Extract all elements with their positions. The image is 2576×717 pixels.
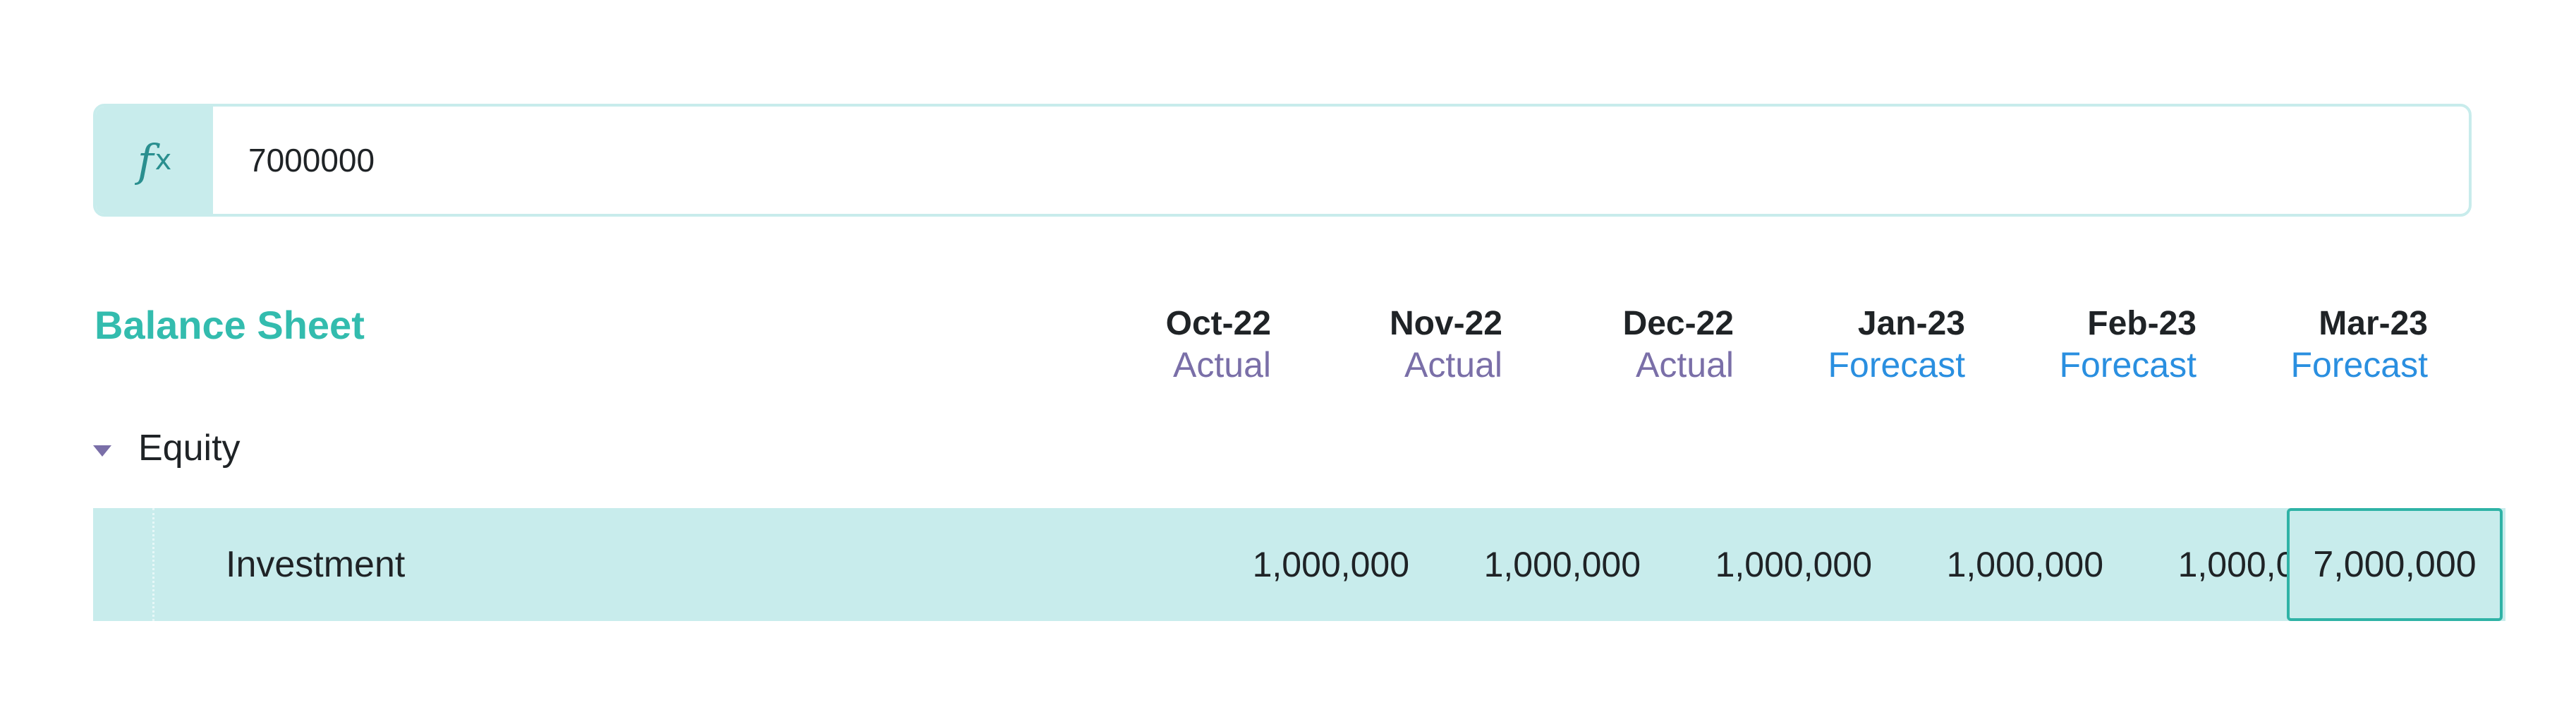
- fx-symbol: f: [137, 134, 154, 186]
- cell-jan-23[interactable]: 1,000,000: [1906, 508, 2103, 621]
- column-header-mar-23: Mar-23 Forecast: [2244, 303, 2428, 385]
- column-month: Nov-22: [1389, 305, 1502, 342]
- formula-input[interactable]: [213, 107, 2469, 214]
- column-header-dec-22: Dec-22 Actual: [1550, 303, 1734, 385]
- column-month: Dec-22: [1622, 305, 1734, 342]
- cell-oct-22[interactable]: 1,000,000: [1212, 508, 1409, 621]
- cell-mar-23-selected[interactable]: 7,000,000: [2287, 508, 2503, 621]
- formula-bar: fx: [93, 104, 2472, 217]
- column-month: Feb-23: [2087, 305, 2197, 342]
- fx-subscript: x: [154, 144, 172, 176]
- column-type: Forecast: [2290, 345, 2428, 385]
- column-month: Mar-23: [2319, 305, 2428, 342]
- column-header-nov-22: Nov-22 Actual: [1319, 303, 1502, 385]
- group-label: Equity: [138, 428, 241, 469]
- column-header-jan-23: Jan-23 Forecast: [1782, 303, 1965, 385]
- table-row-investment[interactable]: Investment 1,000,000 1,000,000 1,000,000…: [93, 508, 2505, 621]
- sheet-title: Balance Sheet: [95, 303, 365, 347]
- cell-dec-22[interactable]: 1,000,000: [1675, 508, 1872, 621]
- column-type: Actual: [1636, 345, 1734, 385]
- row-label: Investment: [226, 544, 406, 585]
- fx-icon: fx: [96, 107, 213, 214]
- column-type: Actual: [1404, 345, 1502, 385]
- chevron-down-icon[interactable]: [93, 445, 111, 457]
- indent-guide: [152, 508, 154, 621]
- column-month: Jan-23: [1857, 305, 1965, 342]
- group-row-equity[interactable]: Equity: [93, 423, 241, 473]
- column-header-feb-23: Feb-23 Forecast: [2013, 303, 2197, 385]
- column-type: Forecast: [1828, 345, 1965, 385]
- column-header-oct-22: Oct-22 Actual: [1088, 303, 1271, 385]
- column-type: Actual: [1173, 345, 1271, 385]
- cell-nov-22[interactable]: 1,000,000: [1443, 508, 1641, 621]
- column-month: Oct-22: [1165, 305, 1271, 342]
- column-type: Forecast: [2059, 345, 2197, 385]
